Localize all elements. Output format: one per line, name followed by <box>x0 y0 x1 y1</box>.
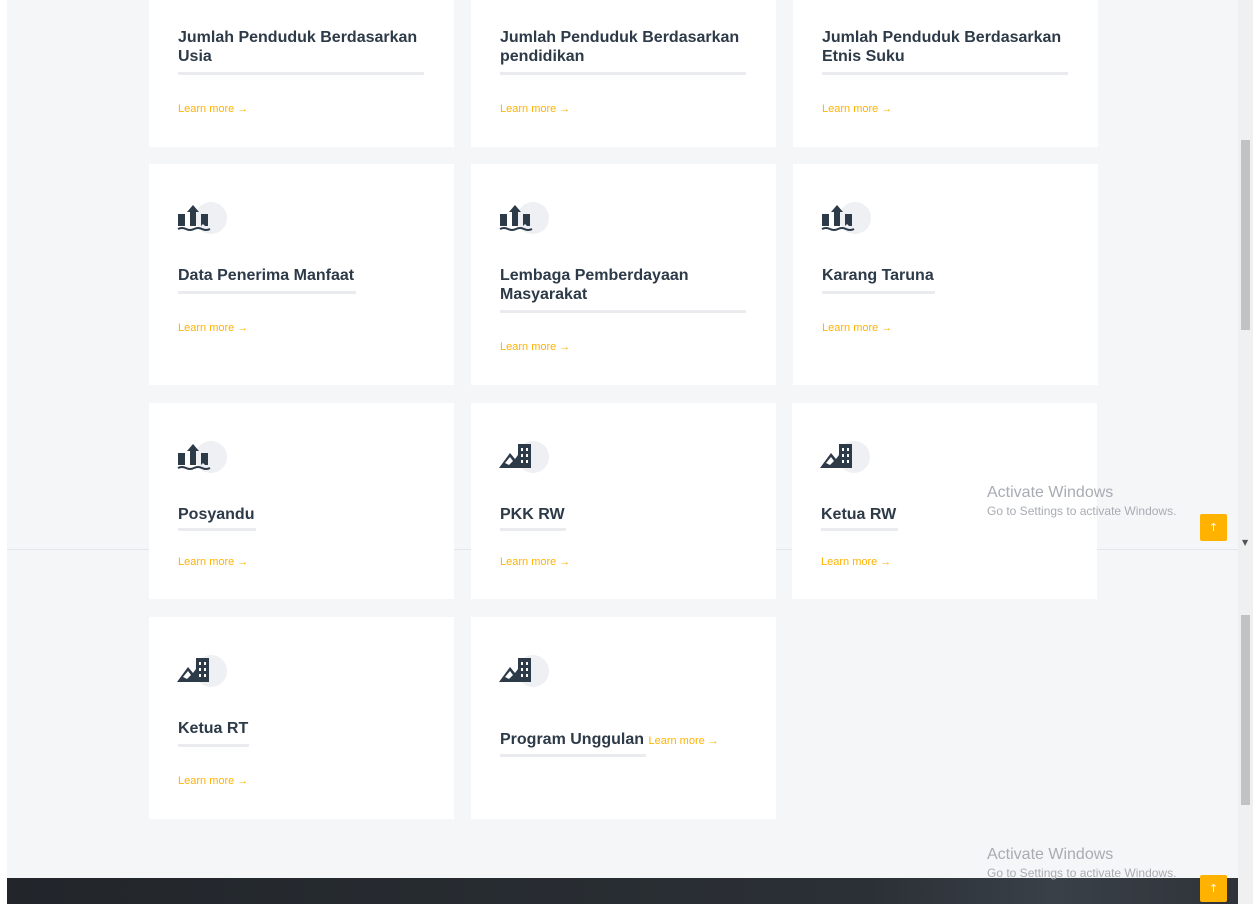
card-underline <box>822 291 935 294</box>
footer-band <box>7 878 1238 904</box>
card-pkk-rw[interactable]: PKK RW Learn more → <box>471 403 776 599</box>
back-to-top-button[interactable]: ↑ <box>1200 875 1227 902</box>
card-title: Lembaga Pemberdayaan Masyarakat <box>500 267 689 303</box>
learn-more-link[interactable]: Learn more → <box>500 103 570 115</box>
card-underline <box>500 310 746 313</box>
upload-chart-icon <box>499 200 549 240</box>
card-title: Posyandu <box>178 506 255 523</box>
upload-chart-icon <box>177 439 227 479</box>
upload-chart-icon <box>177 200 227 240</box>
card-title-text: Program Unggulan <box>500 731 645 748</box>
mountain-building-icon <box>499 653 549 693</box>
learn-more-link[interactable]: Learn more → <box>178 556 248 568</box>
card-karang-taruna[interactable]: Karang Taruna Learn more → <box>793 164 1098 385</box>
card-program-unggulan[interactable]: Program Unggulan Learn more → <box>471 617 776 819</box>
mountain-building-icon <box>177 653 227 693</box>
upload-chart-icon <box>821 200 871 240</box>
card-data-penerima-manfaat[interactable]: Data Penerima Manfaat Learn more → <box>149 164 454 385</box>
card-title: Ketua RT <box>178 720 249 737</box>
learn-more-link[interactable]: Learn more → <box>178 322 248 334</box>
card-underline <box>178 528 256 531</box>
card-title: Jumlah Penduduk Berdasarkan pendidikan <box>500 29 740 65</box>
card-underline <box>500 754 646 757</box>
card-underline <box>178 72 424 75</box>
scroll-down-icon[interactable]: ▼ <box>1242 538 1248 547</box>
learn-more-link[interactable]: Learn more → <box>648 735 718 747</box>
card-underline <box>178 291 356 294</box>
card-ketua-rt[interactable]: Ketua RT Learn more → <box>149 617 454 819</box>
card-underline <box>500 72 746 75</box>
card-title: Ketua RW <box>821 506 897 523</box>
card-title: PKK RW <box>500 506 565 523</box>
card-underline <box>178 744 249 747</box>
mountain-building-icon <box>820 439 870 479</box>
learn-more-link[interactable]: Learn more → <box>500 341 570 353</box>
learn-more-link[interactable]: Learn more → <box>500 556 570 568</box>
card-jumlah-usia[interactable]: Jumlah Penduduk Berdasarkan Usia Learn m… <box>149 0 454 147</box>
learn-more-link[interactable]: Learn more → <box>178 775 248 787</box>
card-underline <box>500 528 566 531</box>
scrollbar-thumb[interactable] <box>1241 615 1250 805</box>
mountain-building-icon <box>499 439 549 479</box>
card-lembaga-pemberdayaan[interactable]: Lembaga Pemberdayaan Masyarakat Learn mo… <box>471 164 776 385</box>
activate-windows-watermark: Activate Windows Go to Settings to activ… <box>987 483 1176 519</box>
learn-more-link[interactable]: Learn more → <box>821 556 891 568</box>
activate-windows-watermark: Activate Windows Go to Settings to activ… <box>987 845 1176 881</box>
learn-more-link[interactable]: Learn more → <box>178 103 248 115</box>
card-title: Karang Taruna <box>822 267 934 284</box>
card-title: Jumlah Penduduk Berdasarkan Etnis Suku <box>822 29 1062 65</box>
learn-more-link[interactable]: Learn more → <box>822 322 892 334</box>
card-title: Program Unggulan Learn more → <box>500 730 780 751</box>
card-title: Jumlah Penduduk Berdasarkan Usia <box>178 29 418 65</box>
card-underline <box>822 72 1068 75</box>
card-posyandu[interactable]: Posyandu Learn more → <box>149 403 454 599</box>
watermark-subtitle: Go to Settings to activate Windows. <box>987 866 1177 880</box>
watermark-title: Activate Windows <box>987 484 1114 501</box>
scrollbar[interactable]: ▼ <box>1238 0 1253 904</box>
card-underline <box>821 528 898 531</box>
watermark-subtitle: Go to Settings to activate Windows. <box>987 504 1177 518</box>
watermark-title: Activate Windows <box>987 846 1114 863</box>
card-title: Data Penerima Manfaat <box>178 267 355 284</box>
learn-more-link[interactable]: Learn more → <box>822 103 892 115</box>
card-jumlah-etnis[interactable]: Jumlah Penduduk Berdasarkan Etnis Suku L… <box>793 0 1098 147</box>
back-to-top-button[interactable]: ↑ <box>1200 514 1227 541</box>
card-jumlah-pendidikan[interactable]: Jumlah Penduduk Berdasarkan pendidikan L… <box>471 0 776 147</box>
scrollbar-thumb[interactable] <box>1241 140 1250 330</box>
